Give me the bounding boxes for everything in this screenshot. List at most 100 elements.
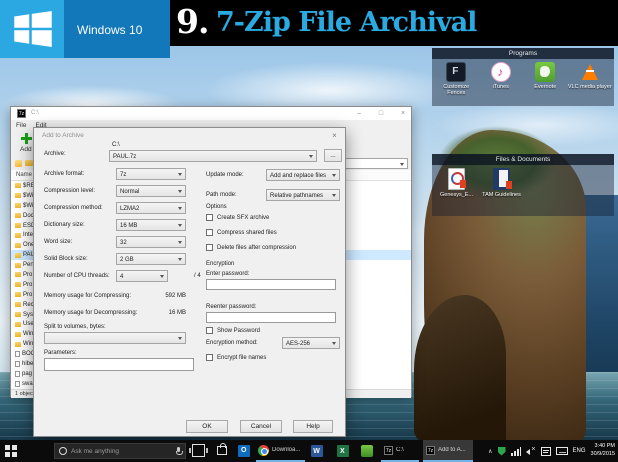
- screen: Programs Customize Fences iTunes Evernot…: [0, 0, 618, 462]
- memory-value: 16 MB: [116, 310, 186, 316]
- app-icon: [535, 62, 555, 82]
- cancel-button[interactable]: Cancel: [240, 420, 282, 433]
- desktop-icon[interactable]: Genesys_E...: [434, 167, 479, 198]
- desktop-icon-label: Customize Fences: [434, 84, 479, 97]
- enter-password-input[interactable]: [206, 279, 336, 290]
- field-label: Compression level:: [44, 188, 95, 194]
- split-volumes-label: Split to volumes, bytes:: [44, 324, 106, 330]
- page-title: 7-Zip File Archival: [216, 7, 476, 38]
- status-text: 1 objec: [15, 391, 33, 397]
- chevron-down-icon: [400, 163, 404, 168]
- checkbox-row[interactable]: Delete files after compression: [206, 241, 346, 256]
- checkbox[interactable]: [206, 229, 213, 236]
- file-item-icon: [15, 213, 21, 218]
- search-box[interactable]: Ask me anything: [54, 443, 186, 459]
- fence-title[interactable]: Programs: [432, 48, 614, 59]
- document-icon: [493, 168, 510, 190]
- keyboard-icon[interactable]: [556, 447, 568, 455]
- file-name: hibe: [22, 361, 33, 367]
- bookmark-icon[interactable]: [15, 160, 22, 167]
- dialog-title: Add to Archive: [42, 132, 84, 139]
- microphone-icon[interactable]: [176, 447, 181, 456]
- path-mode-combo[interactable]: Relative pathnames: [266, 189, 340, 201]
- archive-label: Archive:: [44, 151, 66, 157]
- chevron-down-icon: [178, 207, 182, 212]
- file-item-icon: [15, 342, 21, 347]
- dropdown[interactable]: 32: [116, 236, 186, 248]
- split-volumes-combo[interactable]: [44, 332, 186, 344]
- dropdown[interactable]: 16 MB: [116, 219, 186, 231]
- update-mode-label: Update mode:: [206, 172, 244, 178]
- checkbox-row[interactable]: Create SFX archive: [206, 211, 346, 226]
- window-title: C:\: [31, 110, 39, 116]
- encryption-method-label: Encryption method:: [206, 340, 258, 346]
- file-item-icon: [15, 272, 21, 277]
- ok-button[interactable]: OK: [186, 420, 228, 433]
- titlebar[interactable]: C:\: [11, 107, 411, 120]
- desktop-icon[interactable]: VLC media player: [568, 61, 613, 97]
- chevron-down-icon: [332, 194, 336, 199]
- add-icon[interactable]: [21, 133, 32, 144]
- dropdown[interactable]: 2 GB: [116, 253, 186, 265]
- file-item-icon: [15, 263, 21, 268]
- desktop-icon[interactable]: iTunes: [479, 61, 524, 97]
- show-password-checkbox[interactable]: [206, 327, 213, 334]
- dropdown[interactable]: Normal: [116, 185, 186, 197]
- checkbox[interactable]: [206, 214, 213, 221]
- seven-zip-icon: [384, 446, 393, 455]
- excel-icon[interactable]: [337, 445, 349, 457]
- dropdown[interactable]: 7z: [116, 168, 186, 180]
- menu-item[interactable]: File: [16, 122, 26, 129]
- shield-icon[interactable]: [498, 447, 506, 456]
- seven-zip-icon: [426, 446, 435, 455]
- desktop-icon[interactable]: Customize Fences: [434, 61, 479, 97]
- archive-name-combo[interactable]: PAUL.7z: [109, 150, 317, 162]
- word-icon[interactable]: [311, 445, 323, 457]
- browse-button[interactable]: ...: [324, 149, 342, 162]
- task-view-icon[interactable]: [192, 444, 205, 457]
- search-input[interactable]: Ask me anything: [71, 448, 172, 455]
- add-to-archive-task-button[interactable]: Add to A...: [423, 440, 473, 462]
- show-password-label: Show Password: [217, 328, 260, 334]
- checkbox-row[interactable]: Compress shared files: [206, 226, 346, 241]
- volume-muted-icon[interactable]: [526, 447, 536, 456]
- network-icon[interactable]: [511, 447, 521, 456]
- file-item-icon: [15, 302, 21, 307]
- chrome-task-button[interactable]: Downloa...: [256, 440, 305, 462]
- seven-zip-icon: [17, 109, 26, 118]
- minimize-icon[interactable]: [353, 108, 365, 119]
- seven-zip-task-button[interactable]: C:\: [381, 440, 419, 462]
- close-icon[interactable]: [329, 131, 340, 141]
- parameters-input[interactable]: [44, 358, 194, 371]
- checkbox[interactable]: [206, 244, 213, 251]
- encryption-method-combo[interactable]: AES-256: [282, 337, 340, 349]
- chevron-down-icon: [332, 174, 336, 179]
- language-indicator[interactable]: ENG: [573, 448, 586, 454]
- desktop-icon[interactable]: Evernote: [523, 61, 568, 97]
- add-button[interactable]: Add: [20, 146, 32, 153]
- desktop-icon-label: iTunes: [493, 84, 509, 90]
- store-icon[interactable]: [217, 446, 227, 455]
- reenter-password-input[interactable]: [206, 312, 336, 323]
- green-app-icon[interactable]: [361, 445, 373, 457]
- outlook-icon[interactable]: [238, 445, 250, 457]
- dropdown[interactable]: LZMA2: [116, 202, 186, 214]
- clock[interactable]: 3:40 PM 30/9/2015: [591, 443, 615, 459]
- chrome-icon: [258, 445, 269, 456]
- dropdown[interactable]: 4: [116, 270, 168, 282]
- start-button[interactable]: [5, 445, 17, 457]
- maximize-icon[interactable]: [375, 108, 387, 119]
- chevron-down-icon: [160, 275, 164, 280]
- desktop-icon[interactable]: TAM Guidelines: [479, 167, 524, 198]
- folder-up-icon[interactable]: [25, 160, 33, 166]
- field-label: Word size:: [44, 239, 72, 245]
- fence-title[interactable]: Files & Documents: [432, 154, 614, 165]
- close-icon[interactable]: [397, 108, 409, 119]
- desktop-icon-label: Genesys_E...: [440, 192, 473, 198]
- name-column-header[interactable]: Name: [16, 172, 32, 178]
- chevron-up-icon[interactable]: ∧: [488, 448, 492, 455]
- update-mode-combo[interactable]: Add and replace files: [266, 169, 340, 181]
- encrypt-file-names-checkbox[interactable]: [206, 354, 213, 361]
- help-button[interactable]: Help: [293, 420, 333, 433]
- action-center-icon[interactable]: [541, 447, 551, 456]
